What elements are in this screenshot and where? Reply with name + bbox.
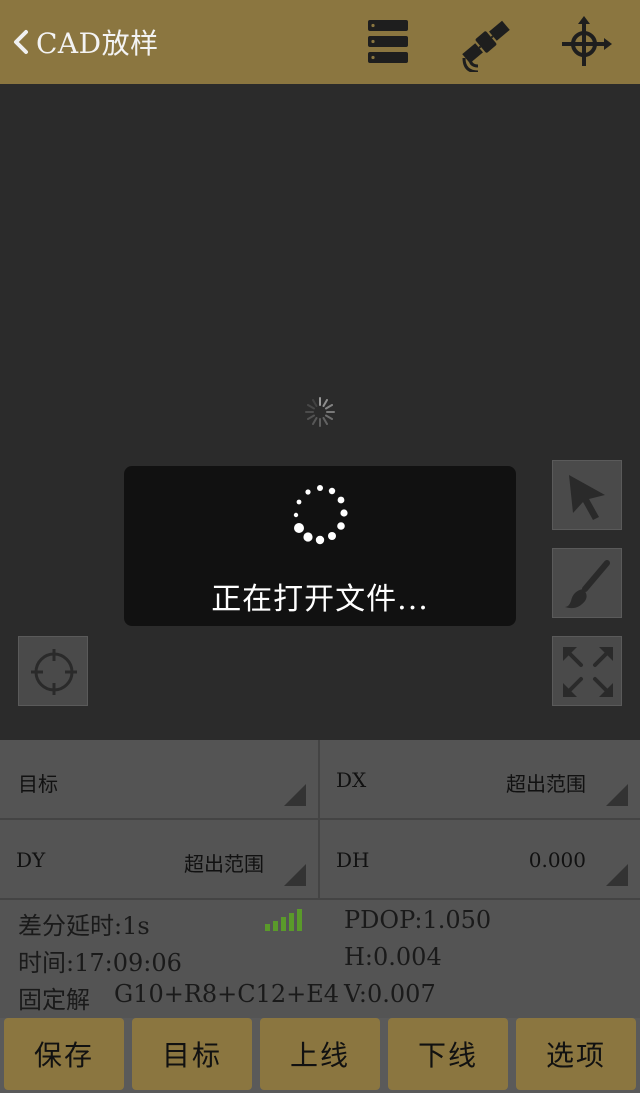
cursor-icon — [569, 475, 605, 520]
dropdown-corner-icon — [606, 784, 628, 806]
expand-icon — [563, 647, 613, 697]
info-panel: 目标 DX 超出范围 DY 超出范围 DH 0.000 差分延时:1s PDOP… — [0, 740, 640, 1018]
line-up-button[interactable]: 上线 — [260, 1018, 380, 1090]
crosshair-icon[interactable] — [556, 12, 616, 72]
cad-canvas[interactable] — [0, 84, 640, 740]
dh-label: DH — [336, 848, 370, 872]
app-header: CAD放样 — [0, 0, 640, 84]
fullscreen-button[interactable] — [552, 636, 622, 706]
dropdown-corner-icon — [606, 864, 628, 886]
locate-icon — [31, 649, 77, 695]
options-button[interactable]: 选项 — [516, 1018, 636, 1090]
dh-value: 0.000 — [528, 848, 586, 872]
target-label: 目标 — [18, 772, 58, 796]
chevron-left-icon — [14, 30, 28, 54]
dy-label: DY — [16, 848, 46, 872]
satellite-count: G10+R8+C12+E4 — [114, 980, 340, 1008]
select-tool-button[interactable] — [552, 460, 622, 530]
dx-value: 超出范围 — [506, 772, 586, 796]
menu-icon[interactable] — [358, 12, 418, 72]
dropdown-corner-icon — [284, 784, 306, 806]
target-field[interactable]: 目标 — [0, 740, 318, 818]
page-title: CAD放样 — [36, 27, 159, 60]
diff-delay: 差分延时:1s — [18, 912, 150, 940]
loading-message: 正在打开文件... — [211, 582, 429, 617]
target-button[interactable]: 目标 — [132, 1018, 252, 1090]
dh-field[interactable]: DH 0.000 — [320, 820, 640, 898]
brush-icon — [565, 560, 610, 609]
line-down-button[interactable]: 下线 — [388, 1018, 508, 1090]
dy-value: 超出范围 — [184, 852, 264, 876]
solution-status: 固定解 — [18, 986, 90, 1014]
dropdown-corner-icon — [284, 864, 306, 886]
v-value: V:0.007 — [344, 980, 436, 1008]
pdop-value: PDOP:1.050 — [344, 906, 492, 934]
bottom-toolbar: 保存 目标 上线 下线 选项 — [0, 1018, 640, 1093]
back-button[interactable]: CAD放样 — [8, 18, 159, 66]
satellite-icon[interactable] — [456, 12, 516, 72]
loading-dialog: 正在打开文件... — [124, 466, 516, 626]
dx-field[interactable]: DX 超出范围 — [320, 740, 640, 818]
save-button[interactable]: 保存 — [4, 1018, 124, 1090]
time-value: 时间:17:09:06 — [18, 949, 182, 977]
h-value: H:0.004 — [344, 943, 442, 971]
draw-tool-button[interactable] — [552, 548, 622, 618]
dy-field[interactable]: DY 超出范围 — [0, 820, 318, 898]
divider — [0, 898, 640, 900]
locate-button[interactable] — [18, 636, 88, 706]
signal-icon — [265, 909, 302, 931]
map-spinner-icon — [305, 397, 335, 427]
loading-spinner-icon — [293, 485, 348, 545]
dx-label: DX — [336, 768, 367, 792]
